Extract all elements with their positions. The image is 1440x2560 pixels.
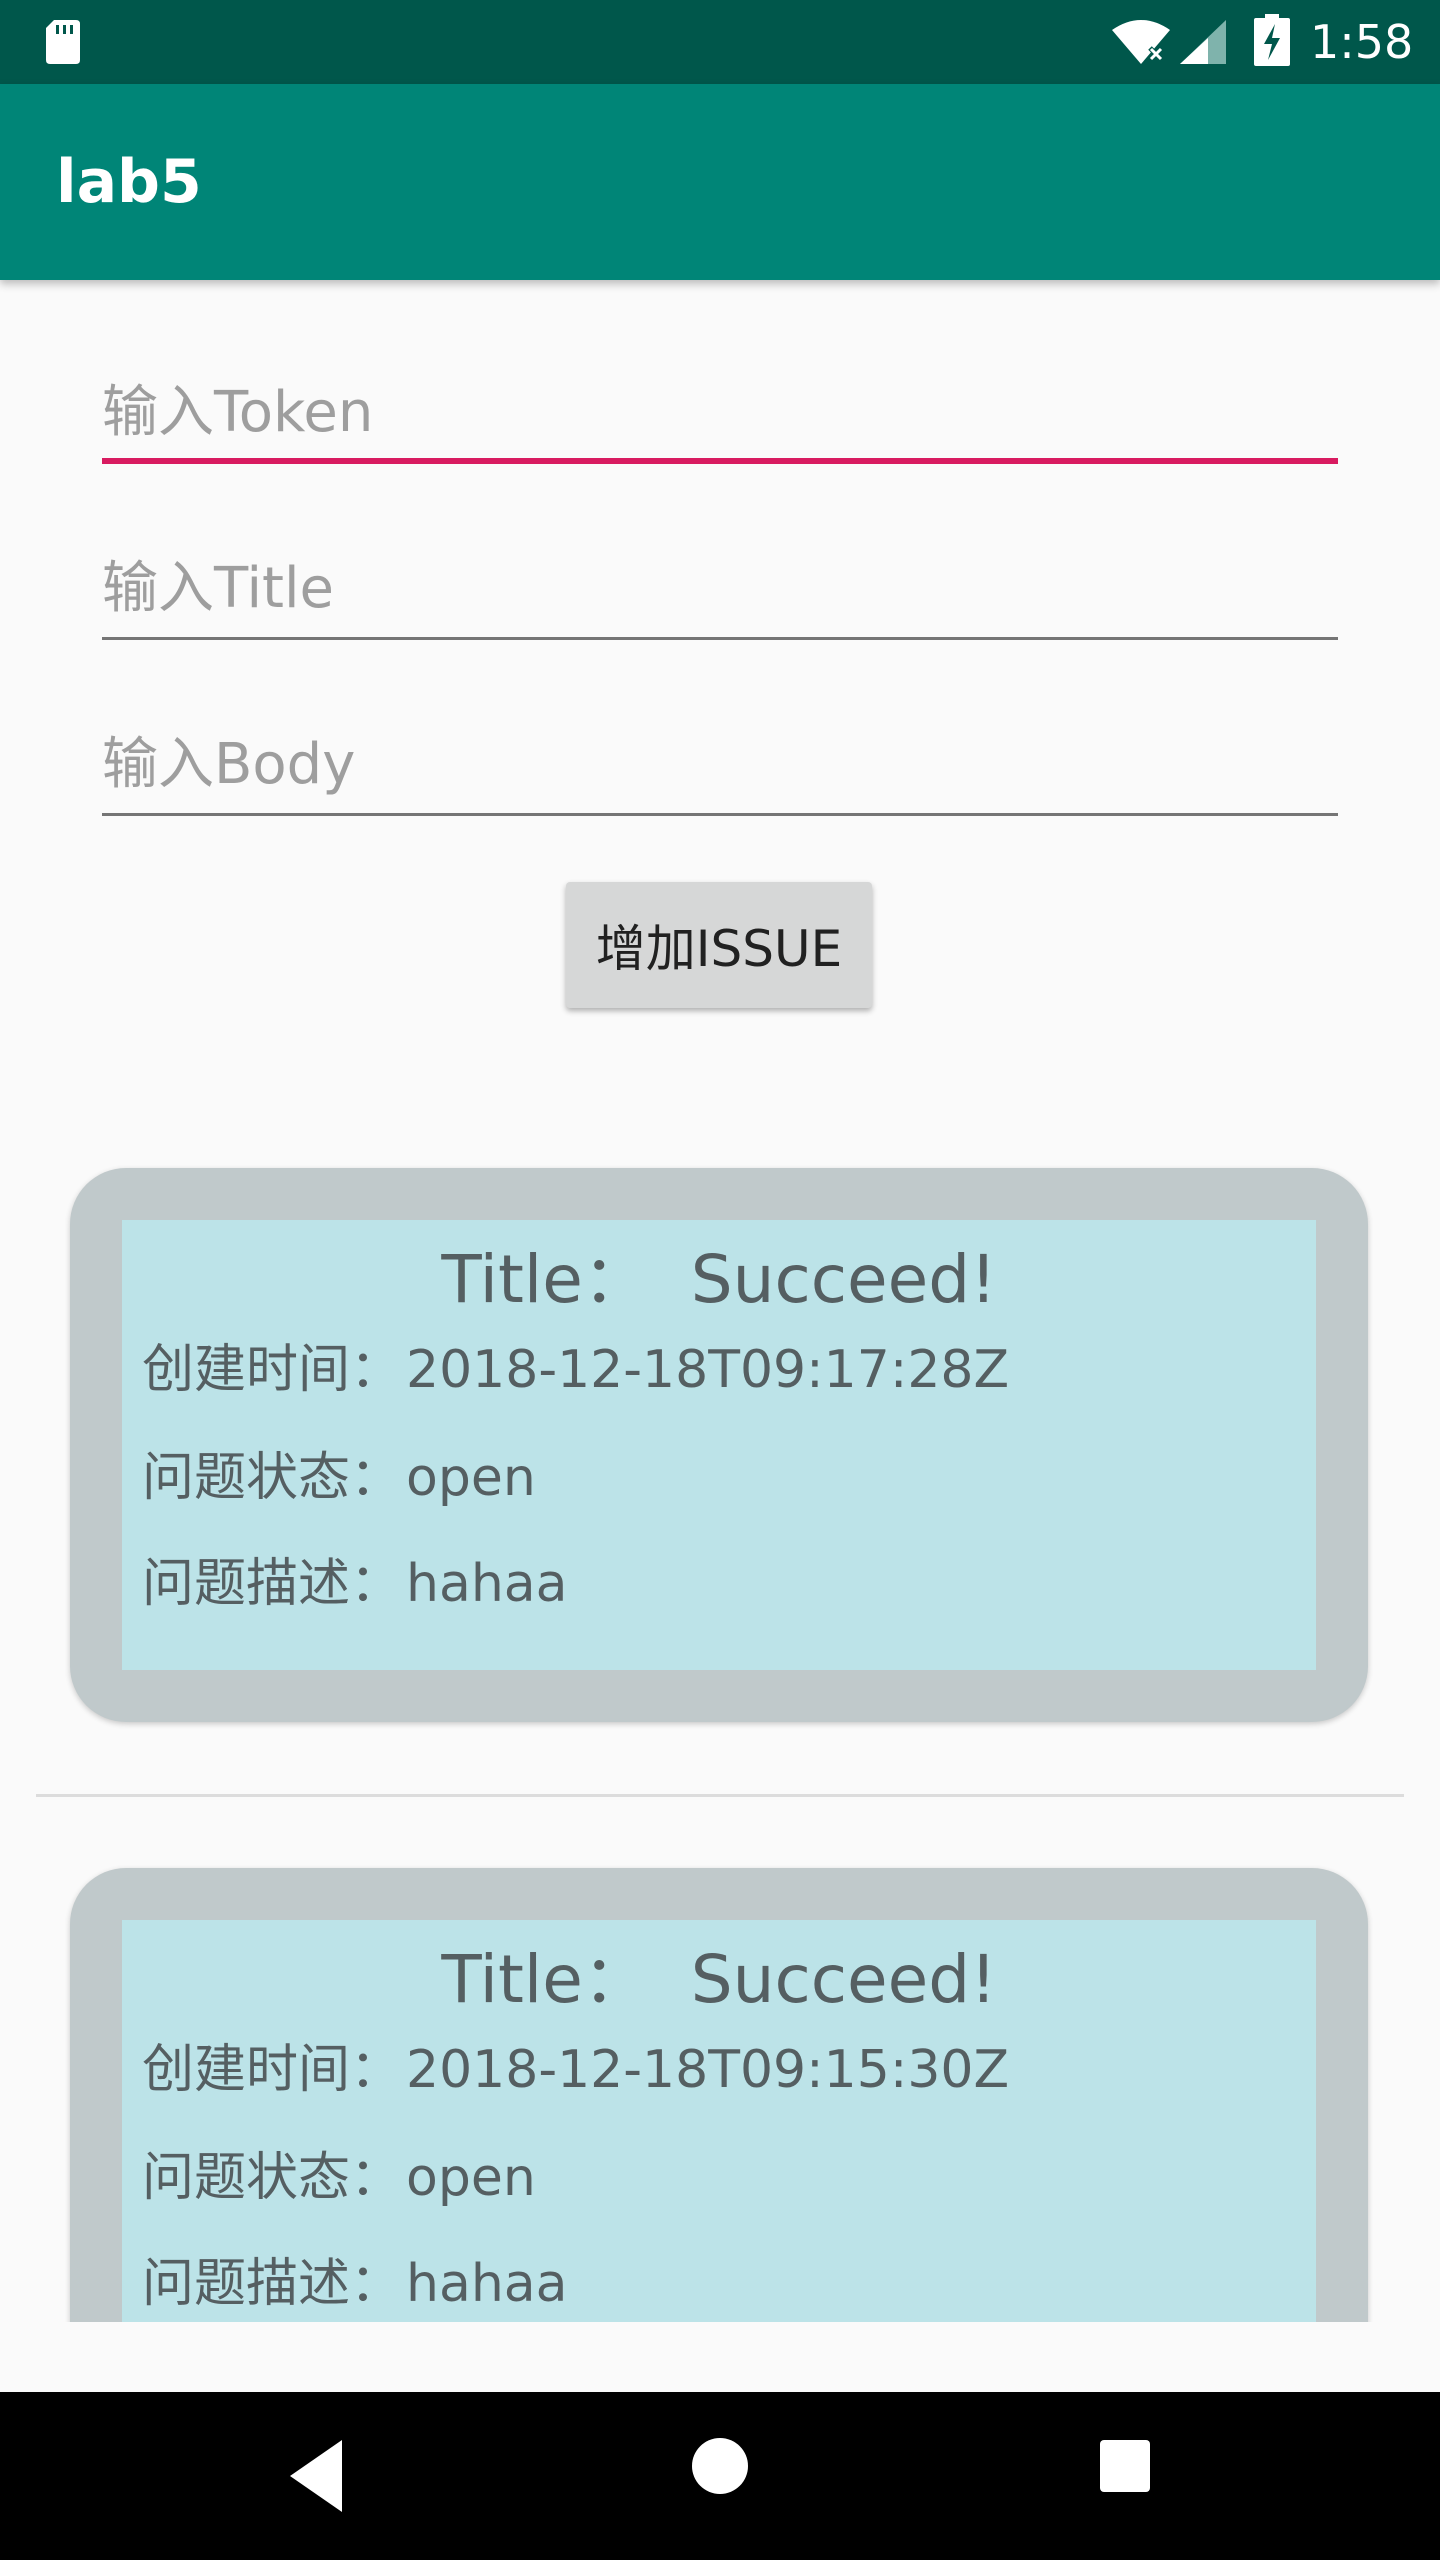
add-issue-button[interactable]: 增加ISSUE [566, 882, 872, 1008]
issue-title: Title： Succeed! [441, 1941, 997, 2018]
recents-icon[interactable] [1098, 2436, 1152, 2496]
body-underline [102, 813, 1338, 816]
token-input[interactable] [102, 364, 1338, 460]
issue-desc-label: 问题描述： [142, 2254, 403, 2314]
issue-created-value: 2018-12-18T09:15:30Z [406, 2040, 1010, 2100]
issue-card-body: Title： Succeed! 创建时间：2018-12-18T09:15:30… [122, 1920, 1316, 2322]
body-field [102, 716, 1338, 816]
issue-state-row: 问题状态：open [142, 2138, 536, 2218]
issue-state-value: open [406, 2148, 536, 2208]
issue-created-label: 创建时间： [142, 1340, 403, 1400]
issue-desc-value: hahaa [406, 1554, 568, 1614]
issue-desc-value: hahaa [406, 2254, 568, 2314]
app-title: lab5 [56, 147, 202, 217]
issue-list[interactable]: Title： Succeed! 创建时间：2018-12-18T09:17:28… [0, 1100, 1440, 2322]
issue-state-label: 问题状态： [142, 2148, 403, 2208]
app-bar: lab5 [0, 84, 1440, 280]
wifi-icon [1112, 20, 1170, 64]
home-icon[interactable] [690, 2436, 750, 2496]
issue-created-row: 创建时间：2018-12-18T09:15:30Z [142, 2030, 1009, 2110]
issue-state-row: 问题状态：open [142, 1438, 536, 1518]
status-time: 1:58 [1310, 15, 1414, 69]
issue-desc-row: 问题描述：hahaa [142, 2244, 568, 2322]
issue-card-body: Title： Succeed! 创建时间：2018-12-18T09:17:28… [122, 1220, 1316, 1670]
title-underline [102, 637, 1338, 640]
signal-icon [1180, 20, 1226, 64]
issue-card[interactable]: Title： Succeed! 创建时间：2018-12-18T09:15:30… [70, 1868, 1368, 2322]
list-divider [36, 1794, 1404, 1797]
issue-card[interactable]: Title： Succeed! 创建时间：2018-12-18T09:17:28… [70, 1168, 1368, 1722]
navigation-bar [0, 2392, 1440, 2560]
token-underline [102, 458, 1338, 464]
issue-state-value: open [406, 1448, 536, 1508]
sd-card-icon [46, 20, 80, 64]
title-field [102, 540, 1338, 640]
issue-created-value: 2018-12-18T09:17:28Z [406, 1340, 1010, 1400]
token-field [102, 364, 1338, 464]
issue-desc-row: 问题描述：hahaa [142, 1544, 568, 1624]
issue-state-label: 问题状态： [142, 1448, 403, 1508]
issue-created-row: 创建时间：2018-12-18T09:17:28Z [142, 1330, 1009, 1410]
battery-charging-icon [1254, 14, 1290, 66]
issue-title: Title： Succeed! [441, 1241, 997, 1318]
issue-desc-label: 问题描述： [142, 1554, 403, 1614]
issue-created-label: 创建时间： [142, 2040, 403, 2100]
back-icon[interactable] [286, 2434, 346, 2518]
title-input[interactable] [102, 540, 1338, 636]
status-bar: 1:58 [0, 0, 1440, 84]
body-input[interactable] [102, 716, 1338, 812]
